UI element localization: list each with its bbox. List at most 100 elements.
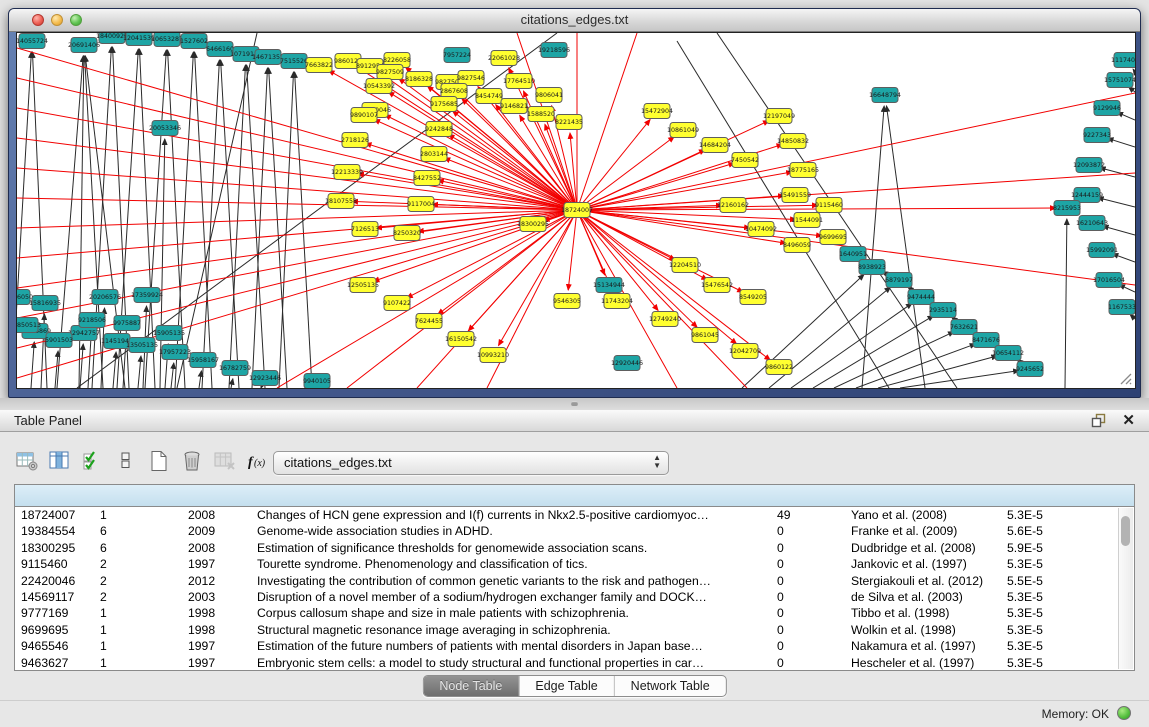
graph-node[interactable]: 16150542 xyxy=(445,332,477,347)
graph-node[interactable]: 18107558 xyxy=(325,194,357,209)
graph-node[interactable]: 20206576 xyxy=(89,290,121,305)
graph-node[interactable]: 22061028 xyxy=(488,51,520,66)
graph-node[interactable]: 7957224 xyxy=(443,48,471,63)
graph-node[interactable]: 9245652 xyxy=(1016,362,1044,377)
graph-node[interactable]: 15751074 xyxy=(1104,73,1135,88)
graph-node[interactable]: 9242848 xyxy=(425,122,453,137)
table-row[interactable]: 977716911998Corpus callosum shape and si… xyxy=(15,605,1134,621)
delete-table-icon[interactable] xyxy=(212,448,238,474)
graph-node[interactable]: 8496059 xyxy=(783,238,811,253)
graph-node[interactable]: 17359924 xyxy=(131,288,163,303)
table-row[interactable]: 946362711997Embryonic stem cells: a mode… xyxy=(15,655,1134,670)
table-row[interactable]: 1938455462009Genome-wide association stu… xyxy=(15,523,1134,539)
table-scrollbar[interactable] xyxy=(1118,508,1133,669)
graph-node[interactable]: 2718126 xyxy=(341,133,369,148)
select-rows-icon[interactable] xyxy=(80,448,106,474)
graph-node[interactable]: 15816935 xyxy=(29,296,61,311)
graph-node[interactable]: 20053346 xyxy=(149,121,181,136)
panel-divider[interactable] xyxy=(0,398,1149,410)
graph-node[interactable]: 10543392 xyxy=(363,79,395,94)
graph-node[interactable]: 16782759 xyxy=(219,361,251,376)
graph-node[interactable]: 9117004 xyxy=(407,197,435,212)
graph-node[interactable]: 1167533 xyxy=(1108,300,1135,315)
table-row[interactable]: 911546021997Tourette syndrome. Phenomeno… xyxy=(15,556,1134,572)
table-selector-dropdown[interactable]: citations_edges.txt ▲▼ xyxy=(273,451,669,475)
graph-node[interactable]: 5901503 xyxy=(45,333,73,348)
graph-node[interactable]: 8250320 xyxy=(393,226,421,241)
graph-node[interactable]: 9890107 xyxy=(350,108,378,123)
graph-node[interactable]: 17016504 xyxy=(1093,273,1125,288)
graph-node[interactable]: 9175685 xyxy=(430,97,458,112)
graph-node[interactable]: 12042709 xyxy=(729,344,761,359)
float-panel-icon[interactable] xyxy=(1091,413,1107,428)
graph-node[interactable]: 18775165 xyxy=(787,163,819,178)
graph-node[interactable]: 9861045 xyxy=(691,328,719,343)
graph-node[interactable]: 12920446 xyxy=(611,356,643,371)
graph-node[interactable]: 11544091 xyxy=(791,213,823,228)
graph-node[interactable]: 18300295 xyxy=(517,217,549,232)
graph-node[interactable]: 12213339 xyxy=(331,165,363,180)
graph-node[interactable]: 10993210 xyxy=(477,348,509,363)
graph-node[interactable]: 14850832 xyxy=(777,134,809,149)
graph-node[interactable]: 9699695 xyxy=(819,230,847,245)
graph-node[interactable]: 7450542 xyxy=(731,153,759,168)
graph-node[interactable]: 9806041 xyxy=(535,88,563,103)
graph-node[interactable]: 9146821 xyxy=(500,99,528,114)
graph-node[interactable]: 17764510 xyxy=(503,74,535,89)
graph-node[interactable]: 8186328 xyxy=(405,72,433,87)
graph-node[interactable]: 7126513 xyxy=(351,222,379,237)
graph-node[interactable]: 13505135 xyxy=(126,338,158,353)
graph-node[interactable]: 14055724 xyxy=(17,34,48,49)
graph-node[interactable]: 12197049 xyxy=(763,109,795,124)
graph-node[interactable]: 12204510 xyxy=(669,258,701,273)
tab-node-table[interactable]: Node Table xyxy=(423,676,519,696)
graph-node[interactable]: 14684204 xyxy=(699,138,731,153)
graph-node[interactable]: 7624455 xyxy=(415,314,443,329)
window-titlebar[interactable]: citations_edges.txt xyxy=(9,9,1140,32)
graph-node[interactable]: 11743204 xyxy=(601,294,633,309)
graph-node[interactable]: 8471676 xyxy=(972,333,1000,348)
graph-node[interactable]: 12749240 xyxy=(649,312,681,327)
graph-node[interactable]: 9827509 xyxy=(376,65,404,80)
graph-node[interactable]: 18724007 xyxy=(561,203,593,218)
graph-node[interactable]: 8549205 xyxy=(739,290,767,305)
graph-node[interactable]: 15491559 xyxy=(779,188,811,203)
graph-node[interactable]: 7632621 xyxy=(950,320,978,335)
table-row[interactable]: 1830029562008Estimation of significance … xyxy=(15,540,1134,556)
graph-node[interactable]: 15958167 xyxy=(187,353,219,368)
graph-node[interactable]: 15905135 xyxy=(153,326,185,341)
graph-node[interactable]: 9546305 xyxy=(553,294,581,309)
tab-edge-table[interactable]: Edge Table xyxy=(519,676,614,696)
graph-node[interactable]: 8938923 xyxy=(858,260,886,275)
graph-node[interactable]: 16648794 xyxy=(869,88,901,103)
graph-node[interactable]: 15472904 xyxy=(641,104,673,119)
delete-trash-icon[interactable] xyxy=(179,448,205,474)
graph-node[interactable]: 12093872 xyxy=(1073,158,1105,173)
network-canvas[interactable]: 1405572420691406184009251204153910653287… xyxy=(16,32,1136,389)
row-height-icon[interactable] xyxy=(113,448,139,474)
graph-node[interactable]: 9115460 xyxy=(815,198,843,213)
table-row[interactable]: 1456911722003Disruption of a novel membe… xyxy=(15,589,1134,605)
network-graph[interactable]: 1405572420691406184009251204153910653287… xyxy=(17,33,1135,388)
graph-node[interactable]: 9474444 xyxy=(907,290,935,305)
graph-node[interactable]: 8427552 xyxy=(413,171,441,186)
panel-divider-handle[interactable] xyxy=(571,401,578,406)
tab-network-table[interactable]: Network Table xyxy=(615,676,726,696)
table-row[interactable]: 2242004622012Investigating the contribut… xyxy=(15,573,1134,589)
graph-node[interactable]: 9107422 xyxy=(383,296,411,311)
resize-grip-icon[interactable] xyxy=(1118,371,1132,385)
graph-node[interactable]: 16210643 xyxy=(1076,216,1108,231)
scrollbar-thumb[interactable] xyxy=(1121,516,1130,546)
graph-node[interactable]: 7663822 xyxy=(305,58,333,73)
graph-node[interactable]: 9129946 xyxy=(1093,101,1121,116)
function-icon[interactable]: f(x) xyxy=(245,448,271,474)
table-row[interactable]: 969969511998Structural magnetic resonanc… xyxy=(15,622,1134,638)
graph-node[interactable]: 15992091 xyxy=(1086,243,1118,258)
graph-node[interactable]: 2803144 xyxy=(420,147,448,162)
graph-node[interactable]: 12160162 xyxy=(717,198,749,213)
graph-node[interactable]: 6879197 xyxy=(885,273,913,288)
graph-node[interactable]: 2935114 xyxy=(929,303,957,318)
table-settings-icon[interactable] xyxy=(14,448,40,474)
graph-node[interactable]: 1588520 xyxy=(527,107,555,122)
graph-node[interactable]: 19218596 xyxy=(538,43,570,58)
